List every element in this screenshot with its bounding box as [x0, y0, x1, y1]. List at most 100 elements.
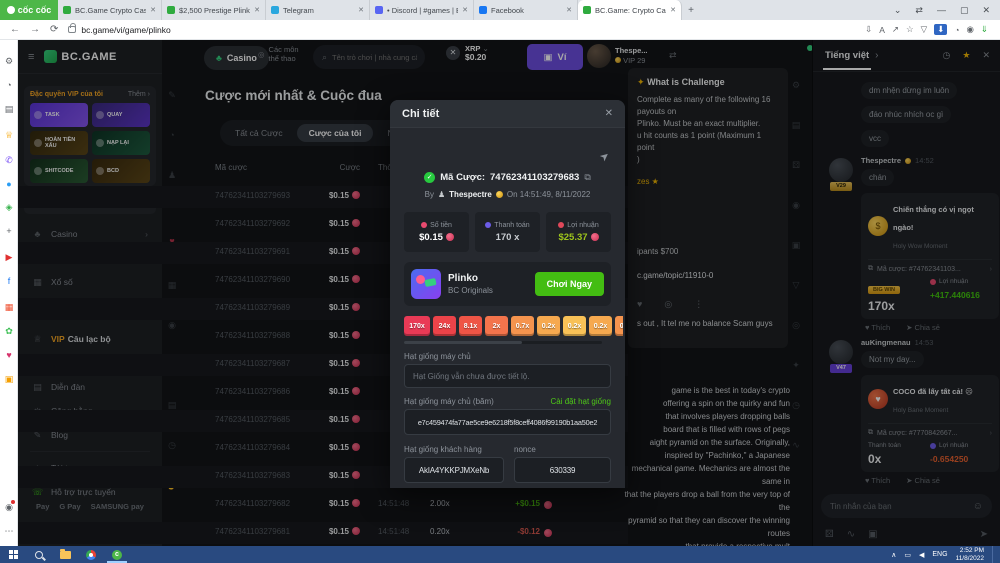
coccoc-taskbar-icon[interactable]: c	[104, 546, 130, 563]
new-tab-button[interactable]: +	[682, 0, 700, 20]
tab-close-icon[interactable]: ✕	[358, 6, 364, 14]
site-favicon	[167, 6, 175, 14]
seed-settings-link[interactable]: Cài đặt hạt giống	[551, 397, 612, 406]
tab-search-icon[interactable]: ⌄	[894, 5, 902, 16]
bettor-name[interactable]: Thespectre	[449, 190, 492, 199]
network-icon[interactable]: ▭	[904, 551, 911, 559]
bookmark-star-icon[interactable]: ☆	[906, 24, 914, 35]
nonce-label: nonce	[514, 445, 536, 454]
hidden-icons-chevron[interactable]: ∧	[891, 551, 896, 559]
modal-close-icon[interactable]: ✕	[605, 108, 613, 119]
coin-icon	[445, 233, 454, 241]
https-lock-icon[interactable]	[68, 23, 77, 33]
copy-icon[interactable]: ⧉	[584, 172, 590, 183]
tab-close-icon[interactable]: ✕	[462, 6, 468, 14]
chat-app-icon[interactable]: ●	[0, 179, 18, 189]
nonce-field[interactable]: 630339	[514, 457, 611, 483]
window-maximize-button[interactable]: ▢	[960, 5, 969, 16]
campaign-icon[interactable]: ◔	[954, 25, 959, 35]
multiplier-chip: 2x	[485, 316, 508, 336]
windows-taskbar: c ∧ ▭ ◀ ENG 2:52 PM 11/8/2022	[0, 546, 1000, 563]
forward-button[interactable]: →	[30, 24, 40, 35]
taskbar-search-button[interactable]	[26, 546, 52, 563]
multiplier-chip: 8.1x	[459, 316, 482, 336]
cart-app-icon[interactable]: ▣	[0, 374, 18, 384]
verified-check-icon: ✓	[424, 172, 436, 183]
game-row: Plinko BC Originals Chơi Ngay	[404, 262, 611, 306]
client-seed-field[interactable]: AkIA4YKKPJMXeNb	[404, 457, 504, 483]
hashed-seed-label: Hạt giống máy chủ (băm)	[404, 397, 494, 406]
tab-close-icon[interactable]: ✕	[670, 6, 676, 14]
multiplier-chip: 24x	[433, 316, 456, 336]
vip-crown-icon[interactable]: ♕	[0, 130, 18, 140]
adblock-shield-icon[interactable]: ▽	[921, 24, 928, 35]
start-button[interactable]	[0, 546, 26, 563]
stat-amount: Số tiền $0.15	[404, 212, 469, 252]
server-seed-field[interactable]: Hạt Giống vẫn chưa được tiết lộ.	[404, 364, 611, 388]
bet-timestamp: On 14:51:49, 8/11/2022	[506, 190, 591, 199]
settings-icon[interactable]: ⚙	[0, 56, 18, 66]
multiplier-chip: 0.2x	[563, 316, 586, 336]
site-favicon	[63, 6, 71, 14]
tab-close-icon[interactable]: ✕	[150, 6, 156, 14]
game-provider: BC Originals	[448, 286, 493, 295]
file-explorer-icon[interactable]	[52, 546, 78, 563]
address-bar[interactable]: bc.game/vi/game/plinko	[81, 25, 170, 35]
taskbar-clock[interactable]: 2:52 PM 11/8/2022	[956, 547, 984, 562]
coccoc-logo[interactable]: cốc cốc	[0, 0, 58, 20]
back-button[interactable]: ←	[10, 24, 20, 35]
play-now-button[interactable]: Chơi Ngay	[534, 272, 604, 296]
messenger-icon[interactable]: ✆	[0, 155, 18, 165]
newsfeed-icon[interactable]: ▤	[0, 104, 18, 114]
share-icon[interactable]: ↗	[892, 24, 899, 35]
multiplier-strip[interactable]: 170x 24x 8.1x 2x 0.7x 0.2x 0.2x 0.2x 0.7…	[404, 316, 623, 336]
plinko-game-icon	[411, 269, 441, 299]
tab-close-icon[interactable]: ✕	[254, 6, 260, 14]
player-icon: ♟	[438, 190, 446, 199]
history-icon[interactable]: ◔	[0, 80, 18, 90]
save-page-icon[interactable]: ⇩	[865, 24, 872, 35]
hashed-seed-field[interactable]: e7c459474fa77ae5ce9e6218f5f8ceff4086f991…	[404, 409, 611, 435]
stat-profit: Lợi nhuận $25.37	[546, 212, 611, 252]
modal-title: Chi tiết	[402, 107, 440, 120]
site-favicon	[479, 6, 487, 14]
language-indicator[interactable]: ENG	[932, 551, 947, 558]
modal-header: Chi tiết ✕	[390, 100, 625, 128]
shop-app-icon[interactable]: ♥	[0, 350, 18, 360]
tab-sync-icon[interactable]: ⇄	[915, 5, 923, 16]
browser-tab-3[interactable]: Telegram ✕	[266, 0, 370, 20]
browser-tab-1[interactable]: BC.Game Crypto Casino Ga✕	[58, 0, 162, 20]
more-icon[interactable]: ⋯	[0, 526, 18, 536]
browser-tab-4[interactable]: • Discord | #games | BC G✕	[370, 0, 474, 20]
multiplier-scrollbar[interactable]	[404, 341, 602, 344]
download-manager-icon[interactable]: ⬇	[934, 24, 948, 35]
volume-icon[interactable]: ◀	[919, 551, 924, 559]
translate-icon[interactable]: A	[879, 25, 885, 35]
browser-tab-2[interactable]: $2,500 Prestige Plinko Chall✕	[162, 0, 266, 20]
tab-close-icon[interactable]: ✕	[566, 6, 572, 14]
site-favicon	[375, 6, 383, 14]
shopee-icon[interactable]: ▦	[0, 302, 18, 312]
coins-icon	[558, 222, 565, 228]
chrome-icon[interactable]	[78, 546, 104, 563]
browser-tab-active[interactable]: BC.Game: Crypto Casino Ga✕	[578, 0, 682, 20]
reload-button[interactable]: ⟳	[50, 24, 58, 35]
window-close-button[interactable]: ✕	[982, 5, 990, 16]
show-desktop-button[interactable]	[992, 546, 996, 563]
multiplier-chip: 0.7x	[511, 316, 534, 336]
share-icon[interactable]: ➤	[597, 149, 612, 164]
youtube-icon[interactable]: ▶	[0, 252, 18, 262]
profile-icon[interactable]: ◉	[966, 24, 973, 35]
gift-app-icon[interactable]: ✿	[0, 326, 18, 336]
coccoc-side-strip: ⚙ ◔ ▤ ♕ ✆ ● ◈ + ▶ f ▦ ✿ ♥ ▣ ◉ ⋯	[0, 40, 18, 546]
facebook-icon[interactable]: f	[0, 276, 18, 286]
add-shortcut-icon[interactable]: +	[0, 226, 18, 236]
bet-details-modal: Chi tiết ✕ ➤ ✓ Mã Cược: 7476234110327968…	[390, 100, 625, 488]
medal-icon	[495, 191, 503, 198]
game-center-icon[interactable]: ◈	[0, 202, 18, 212]
downloads-icon[interactable]: ⇓	[981, 24, 988, 35]
browser-tab-5[interactable]: Facebook ✕	[474, 0, 578, 20]
browser-tab-bar: cốc cốc BC.Game Crypto Casino Ga✕ $2,500…	[0, 0, 1000, 20]
window-minimize-button[interactable]: —	[937, 5, 946, 15]
notification-bell-icon[interactable]: ◉	[0, 502, 18, 512]
